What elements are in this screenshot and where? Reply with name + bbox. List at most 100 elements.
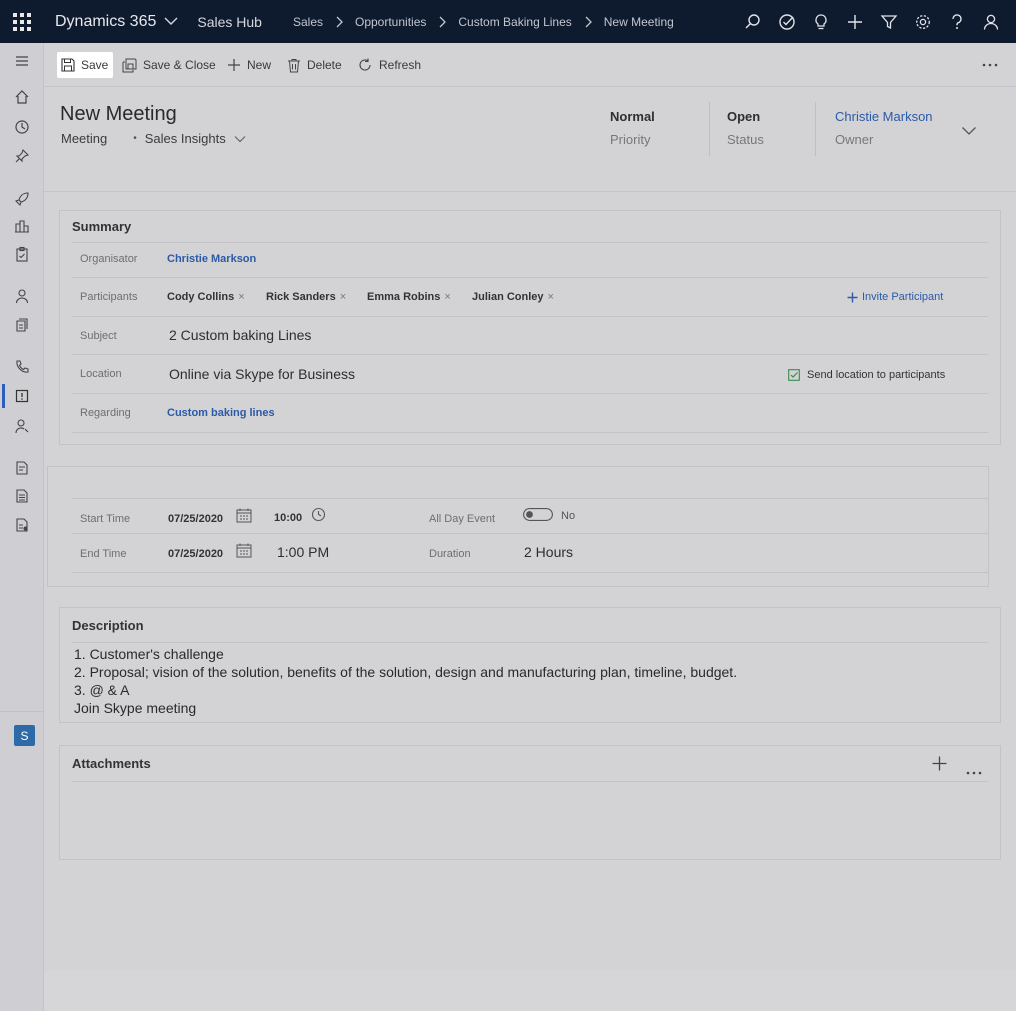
rocket-icon[interactable] (0, 187, 44, 211)
location-row: Location Online via Skype for Business S… (72, 355, 988, 394)
dashboard-icon[interactable] (0, 214, 44, 238)
participant-chip[interactable]: Julian Conley × (472, 291, 554, 303)
summary-section: Summary Organisator Christie Markson Par… (59, 210, 1001, 445)
remove-icon[interactable]: × (340, 291, 346, 303)
status-value: Open (727, 109, 761, 124)
recent-icon[interactable] (0, 115, 44, 139)
search-icon[interactable] (736, 0, 770, 43)
end-time-input[interactable]: 1:00 PM (277, 544, 329, 560)
app-area-badge[interactable]: S (14, 725, 35, 746)
remove-icon[interactable]: × (238, 291, 244, 303)
document-icon[interactable] (0, 484, 44, 508)
breadcrumb-opportunities[interactable]: Opportunities (355, 15, 426, 29)
add-attachment-icon[interactable] (932, 756, 947, 776)
clipboard-icon[interactable] (0, 242, 44, 266)
new-label: New (247, 58, 272, 72)
remove-icon[interactable]: × (444, 291, 450, 303)
record-subtitle: Meeting • Sales Insights (61, 131, 246, 146)
refresh-label: Refresh (379, 58, 422, 72)
status-field[interactable]: Open Status (727, 109, 764, 147)
save-close-button[interactable]: Save & Close (122, 52, 216, 78)
description-textarea[interactable]: 1. Customer's challenge 2. Proposal; vis… (74, 645, 737, 717)
remove-icon[interactable]: × (548, 291, 554, 303)
app-launcher-button[interactable] (0, 0, 44, 43)
invite-label: Invite Participant (862, 291, 944, 303)
regarding-link[interactable]: Custom baking lines (167, 407, 275, 419)
plus-icon (228, 59, 240, 71)
menu-icon[interactable] (0, 49, 44, 73)
send-location-checkbox[interactable]: Send location to participants (788, 369, 945, 381)
owner-field[interactable]: Christie Markson Owner (835, 109, 933, 147)
gear-icon[interactable] (906, 0, 940, 43)
plus-icon[interactable] (838, 0, 872, 43)
trash-icon (288, 58, 300, 72)
participant-chip[interactable]: Emma Robins × (367, 291, 451, 303)
save-button[interactable]: Save (57, 52, 113, 78)
save-close-icon (122, 58, 137, 72)
quote-icon[interactable] (0, 456, 44, 480)
help-icon[interactable] (940, 0, 974, 43)
contact-icon[interactable] (0, 284, 44, 308)
calendar-icon[interactable] (236, 508, 252, 528)
brand-switcher[interactable]: Dynamics 365 (55, 13, 178, 31)
regarding-label: Regarding (80, 407, 131, 419)
participant-chip[interactable]: Cody Collins × (167, 291, 245, 303)
entity-name: Meeting (61, 131, 108, 146)
all-day-value: No (561, 510, 576, 522)
organiser-row: Organisator Christie Markson (72, 243, 988, 278)
lead-icon[interactable] (0, 414, 44, 438)
description-line: 1. Customer's challenge (74, 646, 224, 662)
divider (72, 781, 988, 782)
phone-icon[interactable] (0, 355, 44, 379)
calendar-icon[interactable] (236, 543, 252, 563)
save-label: Save (81, 58, 109, 72)
duration-select[interactable]: 2 Hours (524, 544, 573, 560)
lightbulb-icon[interactable] (804, 0, 838, 43)
priority-field[interactable]: Normal Priority (610, 109, 655, 147)
duration-label: Duration (429, 548, 471, 560)
invoice-icon[interactable] (0, 513, 44, 537)
form-selector[interactable]: Sales Insights (145, 131, 226, 146)
filter-icon[interactable] (872, 0, 906, 43)
start-time-input[interactable]: 10:00 (274, 512, 302, 524)
end-date-input[interactable]: 07/25/2020 (168, 548, 223, 560)
participant-chip[interactable]: Rick Sanders × (266, 291, 346, 303)
page-footer-area (44, 970, 1016, 1011)
app-name[interactable]: Sales Hub (197, 14, 262, 30)
breadcrumb: Sales Opportunities Custom Baking Lines … (293, 15, 674, 29)
more-commands-icon[interactable] (982, 52, 1004, 78)
send-location-label: Send location to participants (807, 369, 946, 381)
refresh-button[interactable]: Refresh (357, 52, 421, 78)
account-icon[interactable] (0, 313, 44, 337)
subject-label: Subject (80, 330, 117, 342)
start-date-input[interactable]: 07/25/2020 (168, 513, 223, 525)
user-icon[interactable] (974, 0, 1008, 43)
participant-name: Cody Collins (167, 291, 235, 303)
organiser-link[interactable]: Christie Markson (167, 253, 256, 265)
delete-button[interactable]: Delete (287, 52, 342, 78)
more-options-icon[interactable] (966, 762, 982, 780)
chevron-down-icon[interactable] (234, 135, 246, 143)
all-day-toggle[interactable] (523, 508, 553, 526)
breadcrumb-opportunity[interactable]: Custom Baking Lines (458, 15, 571, 29)
breadcrumb-current: New Meeting (603, 14, 674, 29)
new-button[interactable]: New (227, 52, 271, 78)
record-header: New Meeting Meeting • Sales Insights Nor… (44, 88, 1016, 192)
checkbox-checked-icon (788, 369, 800, 381)
pin-icon[interactable] (0, 144, 44, 168)
location-input[interactable]: Online via Skype for Business (169, 366, 355, 382)
description-title: Description (72, 618, 144, 633)
task-check-icon[interactable] (770, 0, 804, 43)
chevron-down-icon[interactable] (961, 123, 977, 141)
owner-link[interactable]: Christie Markson (835, 109, 933, 124)
start-time-label: Start Time (80, 513, 131, 525)
subject-input[interactable]: 2 Custom baking Lines (169, 327, 311, 343)
activity-icon[interactable] (0, 384, 44, 408)
owner-label: Owner (835, 132, 874, 147)
home-icon[interactable] (0, 85, 44, 109)
brand-name: Dynamics 365 (55, 12, 157, 30)
description-section: Description 1. Customer's challenge 2. P… (59, 607, 1001, 723)
clock-icon[interactable] (311, 507, 326, 527)
breadcrumb-sales[interactable]: Sales (293, 15, 323, 29)
invite-participant-button[interactable]: Invite Participant (847, 291, 943, 303)
